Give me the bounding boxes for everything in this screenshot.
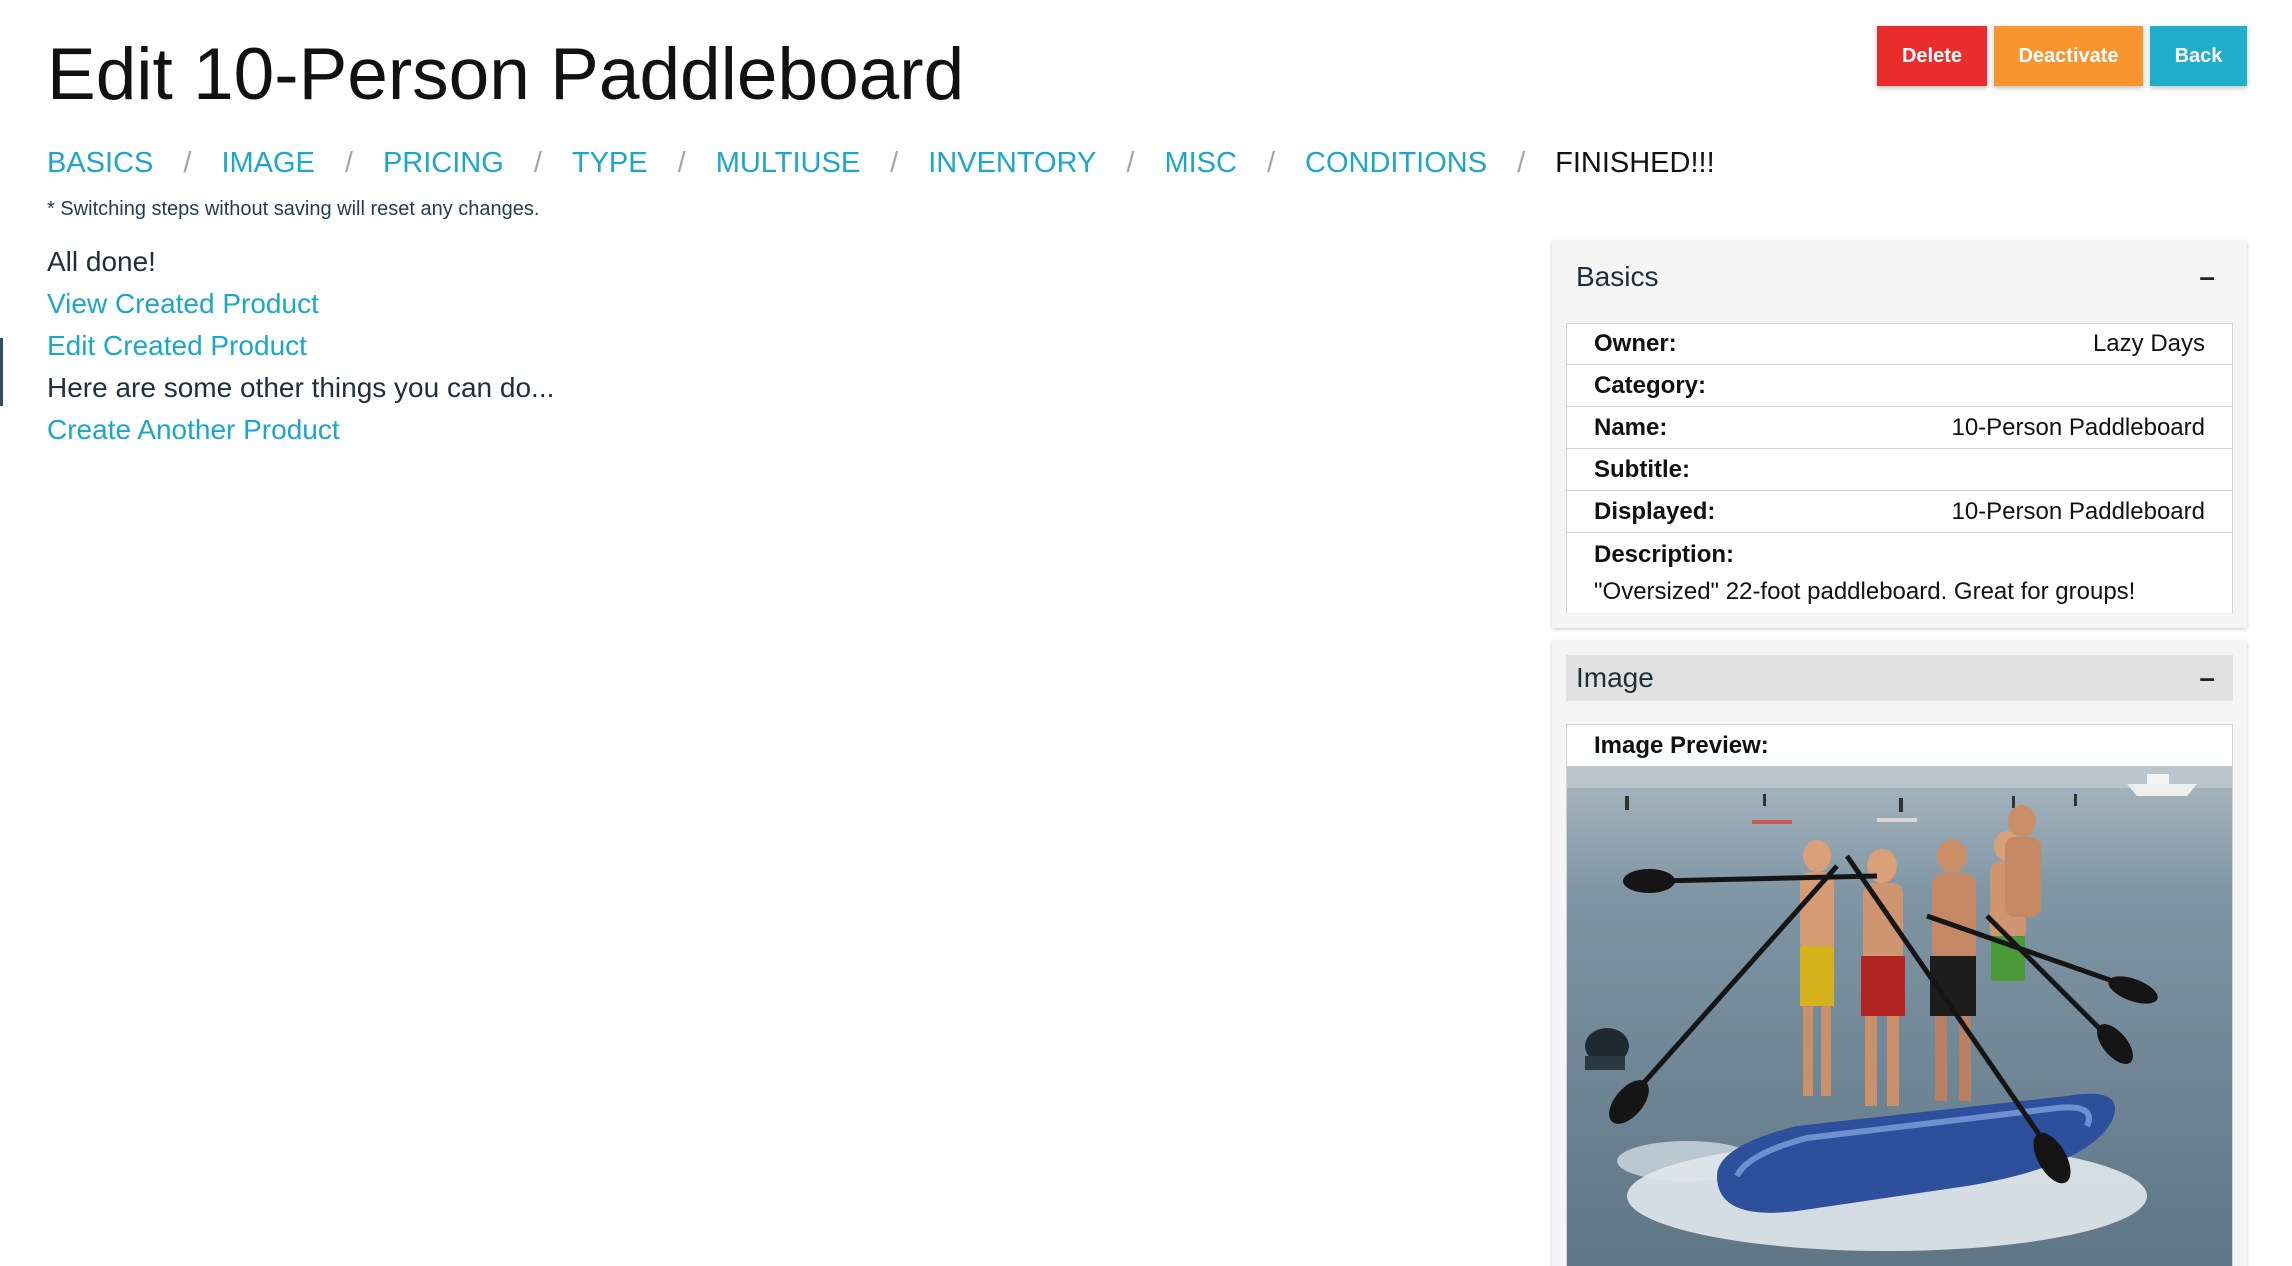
owner-value: Lazy Days bbox=[2092, 330, 2205, 357]
owner-label: Owner: bbox=[1594, 330, 1677, 357]
step-finished-current: FINISHED!!! bbox=[1555, 147, 1715, 179]
category-label: Category: bbox=[1594, 371, 1707, 399]
all-done-text: All done! bbox=[47, 246, 156, 277]
owner-row: Owner: Lazy Days bbox=[1566, 323, 2233, 365]
displayed-row: Displayed: 10-Person Paddleboard bbox=[1566, 491, 2233, 533]
displayed-value: 10-Person Paddleboard bbox=[1951, 497, 2205, 525]
step-image[interactable]: IMAGE bbox=[221, 142, 314, 184]
product-photo bbox=[1567, 766, 2232, 1266]
subtitle-row: Subtitle: bbox=[1566, 449, 2233, 491]
page-title: Edit 10-Person Paddleboard bbox=[47, 34, 965, 115]
step-separator: / bbox=[533, 147, 542, 179]
collapse-icon[interactable]: – bbox=[2199, 662, 2223, 694]
image-panel-header[interactable]: Image – bbox=[1566, 655, 2233, 701]
image-preview-box: Image Preview: bbox=[1566, 724, 2233, 1266]
step-inventory[interactable]: INVENTORY bbox=[928, 142, 1096, 184]
step-navigation: BASICS / IMAGE / PRICING / TYPE / MULTIU… bbox=[47, 142, 1715, 184]
view-created-product-link[interactable]: View Created Product bbox=[47, 283, 554, 325]
step-separator: / bbox=[890, 147, 899, 179]
step-type[interactable]: TYPE bbox=[572, 142, 648, 184]
deactivate-button[interactable]: Deactivate bbox=[1994, 26, 2143, 86]
step-separator: / bbox=[1517, 147, 1526, 179]
step-separator: / bbox=[183, 147, 192, 179]
basics-info-table: Owner: Lazy Days Category: Name: 10-Pers… bbox=[1566, 323, 2233, 613]
description-value: "Oversized" 22-foot paddleboard. Great f… bbox=[1594, 578, 2136, 605]
description-label: Description: bbox=[1594, 541, 1735, 568]
unsaved-changes-note: * Switching steps without saving will re… bbox=[47, 198, 540, 220]
name-label: Name: bbox=[1594, 413, 1668, 441]
basics-panel-title: Basics bbox=[1576, 261, 1659, 292]
category-row: Category: bbox=[1566, 365, 2233, 407]
image-preview-label: Image Preview: bbox=[1594, 732, 1769, 759]
finished-section: All done! View Created Product Edit Crea… bbox=[47, 241, 554, 451]
basics-panel-header[interactable]: Basics – bbox=[1566, 254, 2233, 300]
left-edge-rule bbox=[0, 338, 3, 406]
displayed-label: Displayed: bbox=[1594, 497, 1716, 525]
step-separator: / bbox=[1126, 147, 1135, 179]
collapse-icon[interactable]: – bbox=[2199, 261, 2223, 293]
step-separator: / bbox=[677, 147, 686, 179]
back-button[interactable]: Back bbox=[2150, 26, 2247, 86]
image-panel-title: Image bbox=[1576, 662, 1654, 693]
name-row: Name: 10-Person Paddleboard bbox=[1566, 407, 2233, 449]
edit-created-product-link[interactable]: Edit Created Product bbox=[47, 325, 554, 367]
paddleboard-photo-illustration bbox=[1567, 766, 2232, 1266]
step-basics[interactable]: BASICS bbox=[47, 142, 153, 184]
create-another-product-link[interactable]: Create Another Product bbox=[47, 409, 554, 451]
step-separator: / bbox=[1266, 147, 1275, 179]
step-separator: / bbox=[344, 147, 353, 179]
step-conditions[interactable]: CONDITIONS bbox=[1305, 142, 1487, 184]
basics-panel: Basics – Owner: Lazy Days Category: Name… bbox=[1552, 241, 2247, 628]
description-row: Description: "Oversized" 22-foot paddleb… bbox=[1566, 533, 2233, 613]
subtitle-label: Subtitle: bbox=[1594, 455, 1690, 483]
name-value: 10-Person Paddleboard bbox=[1951, 413, 2205, 441]
delete-button[interactable]: Delete bbox=[1877, 26, 1987, 86]
step-pricing[interactable]: PRICING bbox=[383, 142, 504, 184]
step-multiuse[interactable]: MULTIUSE bbox=[716, 142, 860, 184]
step-misc[interactable]: MISC bbox=[1164, 142, 1237, 184]
action-buttons: Delete Deactivate Back bbox=[1877, 26, 2247, 86]
image-panel: Image – Image Preview: bbox=[1552, 641, 2247, 1266]
other-things-text: Here are some other things you can do... bbox=[47, 372, 555, 403]
